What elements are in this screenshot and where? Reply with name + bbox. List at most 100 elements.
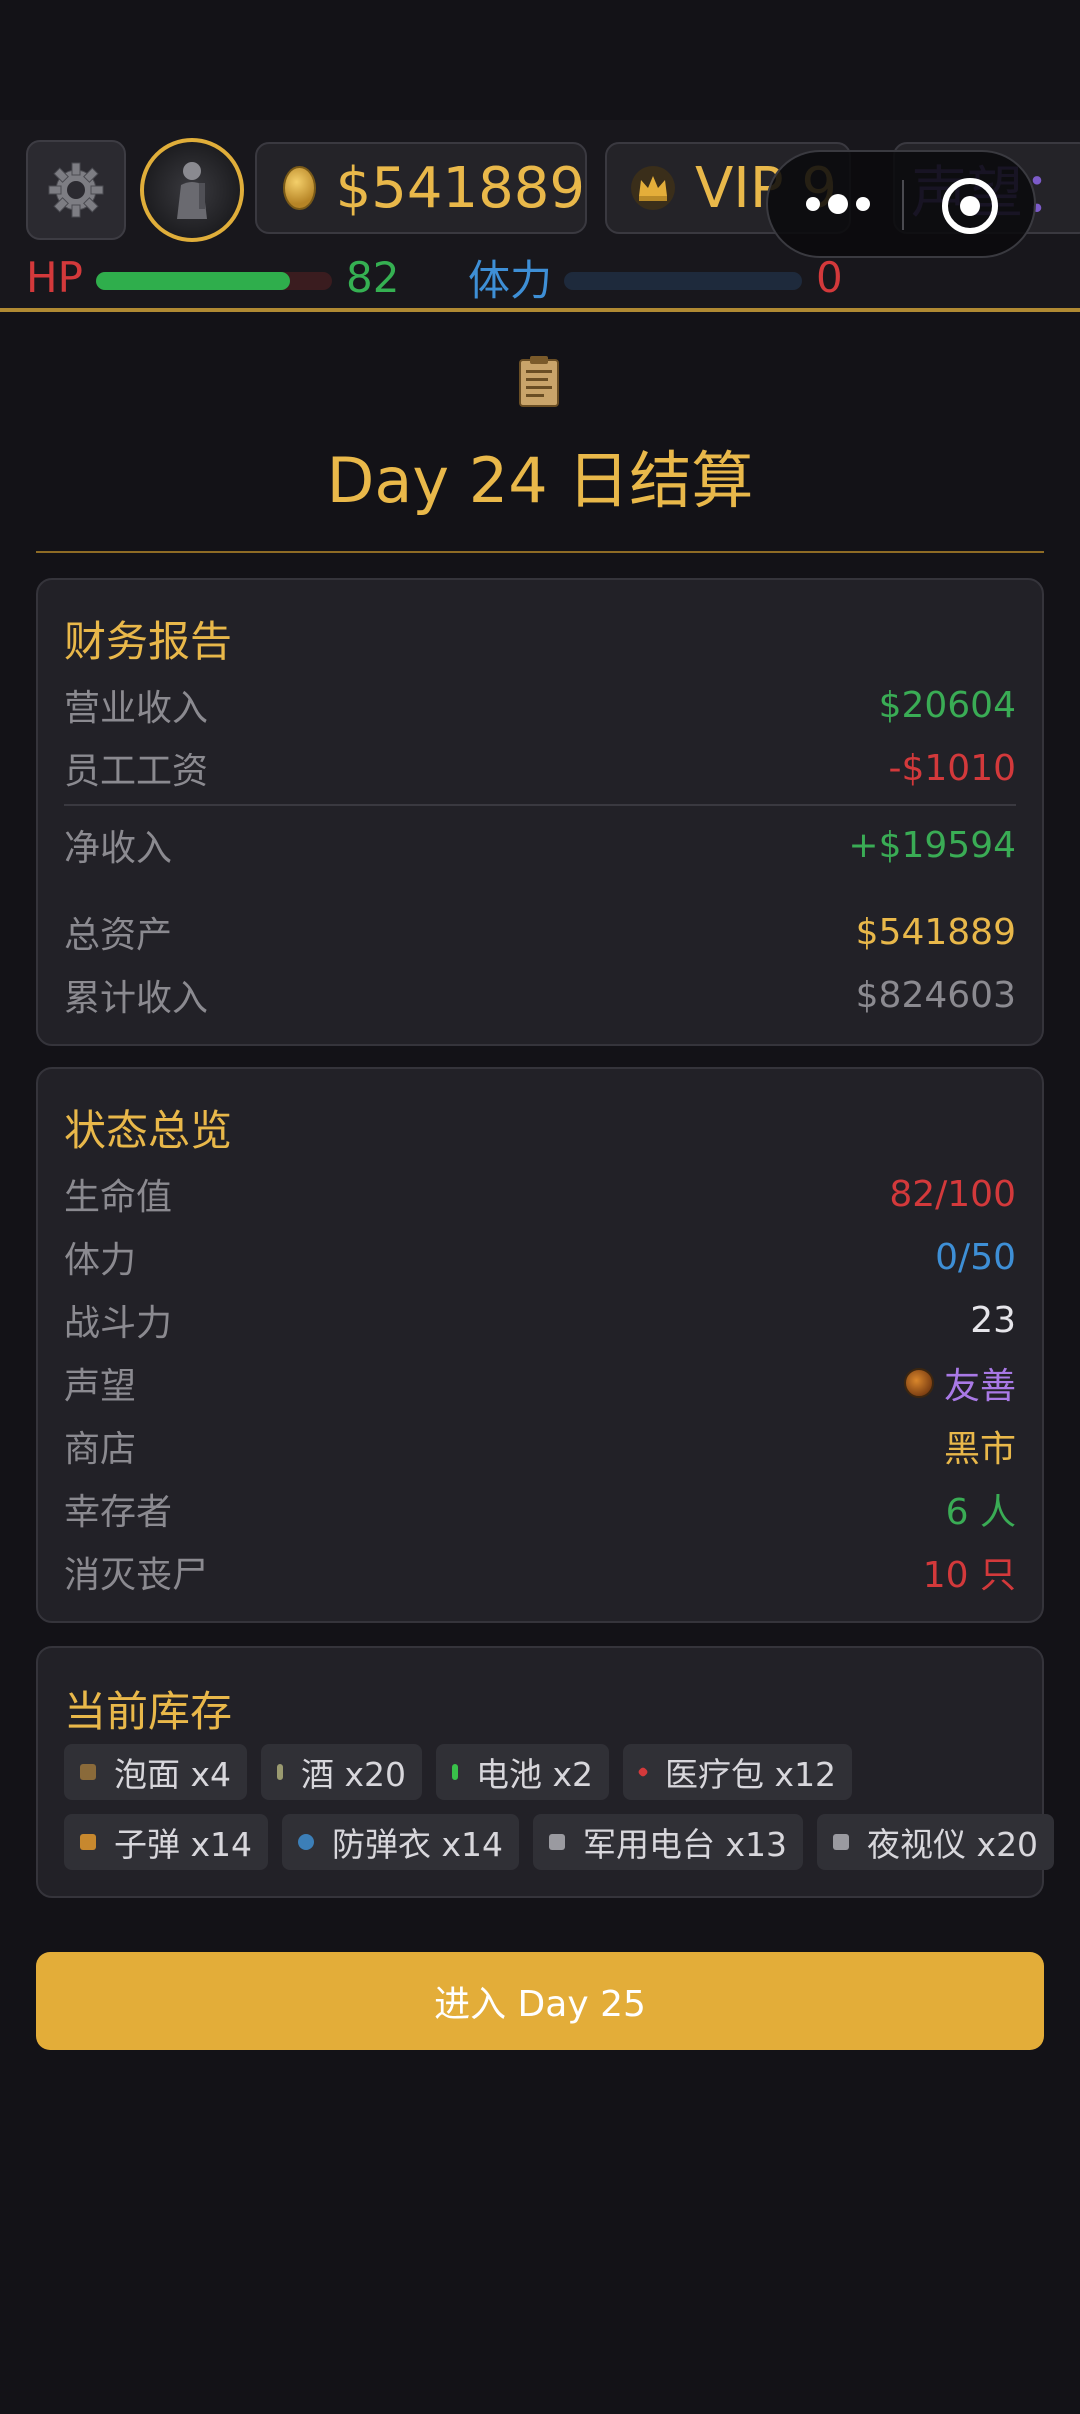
- finance-row: 累计收入 $824603: [64, 970, 1016, 1020]
- status-title: 状态总览: [64, 1106, 233, 1155]
- inventory-item-label: 医疗包 x12: [665, 1755, 837, 1794]
- inventory-row: 泡面 x4 酒 x20 电池 x2 医疗包 x12: [64, 1744, 853, 1800]
- inventory-title: 当前库存: [64, 1687, 233, 1736]
- status-row-value: 10 只: [922, 1555, 1016, 1596]
- status-row-label: 战斗力: [64, 1303, 173, 1344]
- body-armor-icon: [298, 1834, 315, 1850]
- stamina-label: 体力: [468, 255, 553, 305]
- night-vision-icon: [833, 1834, 850, 1850]
- inventory-item-label: 防弹衣 x14: [332, 1825, 504, 1864]
- stamina-bar: [564, 272, 802, 290]
- status-overview-card: 状态总览 生命值 82/100 体力 0/50 战斗力 23 声望 友善 商店 …: [36, 1067, 1044, 1623]
- inventory-item[interactable]: 防弹衣 x14: [282, 1814, 520, 1870]
- finance-divider: [64, 804, 1016, 806]
- inventory-item[interactable]: 军用电台 x13: [533, 1814, 804, 1870]
- system-status-area: [0, 0, 1080, 120]
- status-row-value: 黑市: [943, 1429, 1016, 1470]
- inventory-item-label: 酒 x20: [301, 1755, 407, 1794]
- status-row-label: 体力: [64, 1240, 137, 1281]
- hp-bar-fill: [96, 272, 290, 290]
- inventory-item[interactable]: 酒 x20: [261, 1744, 423, 1800]
- bullet-icon: [80, 1834, 96, 1850]
- next-day-button[interactable]: 进入 Day 25: [36, 1952, 1044, 2050]
- miniprogram-capsule: [766, 150, 1036, 258]
- crown-icon: [631, 166, 675, 210]
- finance-row-value: $20604: [878, 684, 1016, 726]
- inventory-item-label: 电池 x2: [476, 1755, 594, 1794]
- inventory-card: 当前库存 泡面 x4 酒 x20 电池 x2 医疗包 x12 子弹 x14 防弹…: [36, 1646, 1055, 1898]
- soldier-avatar-icon: [177, 162, 207, 219]
- status-row: 体力 0/50: [64, 1232, 1016, 1282]
- status-row-value: 82/100: [889, 1173, 1016, 1215]
- inventory-item-label: 泡面 x4: [114, 1755, 232, 1794]
- finance-title: 财务报告: [64, 617, 233, 666]
- finance-row: 员工工资 -$1010: [64, 743, 1016, 793]
- battery-icon: [452, 1764, 459, 1780]
- close-miniprogram-button[interactable]: [942, 178, 998, 234]
- finance-row-value: $541889: [855, 911, 1016, 953]
- title-divider: [36, 551, 1044, 553]
- finance-row: 营业收入 $20604: [64, 680, 1016, 730]
- status-row-value: 友善: [943, 1366, 1016, 1407]
- inventory-item[interactable]: 医疗包 x12: [623, 1744, 853, 1800]
- inventory-item[interactable]: 电池 x2: [436, 1744, 610, 1800]
- inventory-item-label: 夜视仪 x20: [867, 1825, 1039, 1864]
- finance-row-value: $824603: [855, 974, 1016, 1016]
- status-row-value: 6 人: [945, 1492, 1016, 1533]
- finance-report-card: 财务报告 营业收入 $20604 员工工资 -$1010 净收入 +$19594…: [36, 578, 1044, 1046]
- inventory-item-label: 子弹 x14: [114, 1825, 253, 1864]
- status-row-label: 消灭丧尸: [64, 1555, 209, 1596]
- status-row-label: 生命值: [64, 1177, 173, 1218]
- radio-icon: [549, 1834, 566, 1850]
- capsule-divider: [902, 180, 904, 230]
- coin-icon: [283, 166, 316, 210]
- finance-row-label: 净收入: [64, 828, 173, 869]
- inventory-item[interactable]: 子弹 x14: [64, 1814, 269, 1870]
- finance-row-value: -$1010: [888, 747, 1016, 789]
- medkit-icon: [637, 1766, 649, 1778]
- finance-row-label: 员工工资: [64, 751, 209, 792]
- status-row-value: 23: [970, 1299, 1016, 1341]
- inventory-item[interactable]: 泡面 x4: [64, 1744, 248, 1800]
- page-title: Day 24 日结算: [326, 444, 754, 517]
- finance-row-label: 累计收入: [64, 978, 209, 1019]
- status-row: 生命值 82/100: [64, 1169, 1016, 1219]
- app-root: $541889 VIP 9 声望： HP 82: [0, 0, 1080, 2414]
- status-row: 战斗力 23: [64, 1295, 1016, 1345]
- finance-row-label: 总资产: [64, 915, 173, 956]
- money-value: $541889: [335, 155, 585, 221]
- inventory-item[interactable]: 夜视仪 x20: [817, 1814, 1055, 1870]
- more-dot-icon: [856, 197, 870, 211]
- status-row: 消灭丧尸 10 只: [64, 1547, 1016, 1597]
- inventory-row: 子弹 x14 防弹衣 x14 军用电台 x13 夜视仪 x20: [64, 1814, 1055, 1870]
- noodle-icon: [80, 1764, 96, 1780]
- stamina-value: 0: [816, 252, 843, 302]
- status-row-label: 商店: [64, 1429, 137, 1470]
- gear-icon: [48, 162, 104, 218]
- status-row-label: 幸存者: [64, 1492, 173, 1533]
- status-row: 声望 友善: [64, 1358, 1016, 1408]
- finance-row: 总资产 $541889: [64, 907, 1016, 957]
- avatar[interactable]: [140, 138, 244, 242]
- status-row: 幸存者 6 人: [64, 1484, 1016, 1534]
- reputation-medal-icon: [903, 1368, 934, 1398]
- hp-value: 82: [346, 252, 400, 302]
- finance-row-value: +$19594: [848, 824, 1016, 866]
- inventory-item-label: 军用电台 x13: [583, 1825, 788, 1864]
- clipboard-icon: [519, 356, 559, 407]
- money-display: $541889: [255, 142, 587, 234]
- hp-bar: [96, 272, 332, 290]
- finance-row: 净收入 +$19594: [64, 820, 1016, 870]
- finance-row-label: 营业收入: [64, 688, 209, 729]
- status-row-value: 0/50: [935, 1236, 1016, 1278]
- status-row: 商店 黑市: [64, 1421, 1016, 1471]
- hp-label: HP: [26, 252, 83, 302]
- more-dot-icon: [828, 194, 848, 214]
- more-dot-icon: [806, 197, 820, 211]
- status-row-label: 声望: [64, 1366, 137, 1407]
- more-options-button[interactable]: [806, 194, 870, 214]
- wine-bottle-icon: [277, 1764, 284, 1780]
- top-hud: $541889 VIP 9 声望： HP 82: [0, 120, 1080, 312]
- settings-button[interactable]: [26, 140, 126, 240]
- status-row-value-group: 友善: [903, 1357, 1016, 1409]
